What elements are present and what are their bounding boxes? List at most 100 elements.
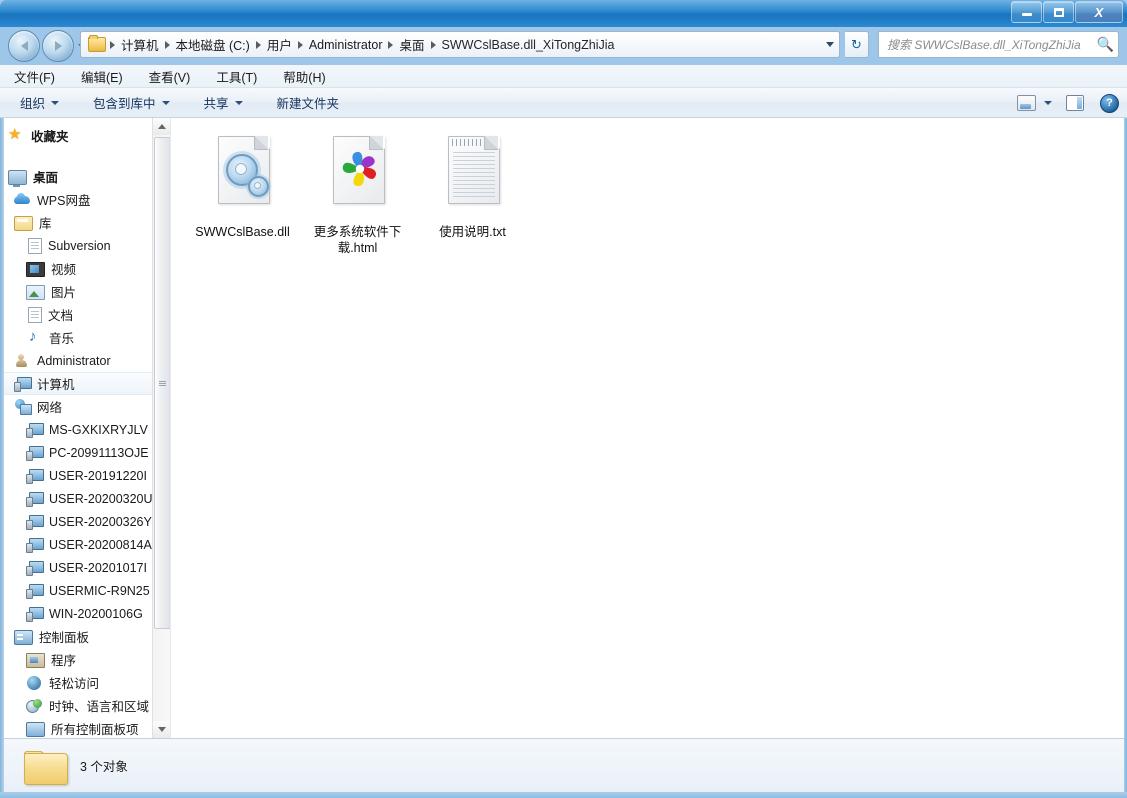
sidebar-item-music[interactable]: 音乐 — [4, 326, 170, 349]
sidebar-item-label: 文档 — [48, 309, 74, 323]
sidebar-item-desktop[interactable]: 桌面 — [4, 165, 170, 188]
search-input[interactable]: 搜索 SWWCslBase.dll_XiTongZhiJia — [887, 36, 1093, 53]
network-computer-icon — [26, 491, 44, 507]
sidebar-item-wps-cloud[interactable]: WPS网盘 — [4, 188, 170, 211]
sidebar-item-control-panel[interactable]: 控制面板 — [4, 625, 170, 648]
sidebar-item-administrator[interactable]: Administrator — [4, 349, 170, 372]
sidebar-item-subversion[interactable]: Subversion — [4, 234, 170, 257]
sidebar-item-videos[interactable]: 视频 — [4, 257, 170, 280]
sidebar-item-label: 控制面板 — [39, 631, 90, 645]
sidebar-item-network-computer[interactable]: USER-20200814A — [4, 533, 170, 556]
breadcrumb-separator-icon — [255, 40, 261, 49]
close-button[interactable]: X — [1075, 1, 1123, 23]
folder-icon — [24, 747, 68, 785]
sidebar-item-label: WPS网盘 — [37, 194, 91, 208]
include-in-library-button[interactable]: 包含到库中 — [87, 90, 176, 115]
sidebar-item-favorites[interactable]: 收藏夹 — [4, 124, 170, 147]
menu-bar: 文件(F) 编辑(E) 查看(V) 工具(T) 帮助(H) — [0, 65, 1127, 88]
breadcrumb-item-users[interactable]: 用户 — [264, 33, 295, 56]
breadcrumb-item-desktop[interactable]: 桌面 — [396, 33, 427, 56]
sidebar-item-documents[interactable]: 文档 — [4, 303, 170, 326]
chevron-up-icon — [157, 124, 166, 129]
sidebar-item-pictures[interactable]: 图片 — [4, 280, 170, 303]
organize-label: 组织 — [20, 97, 46, 111]
page-fold — [368, 136, 383, 150]
sidebar-item-label: USERMIC-R9N25 — [49, 583, 150, 598]
sidebar-item-label: 收藏夹 — [31, 130, 69, 144]
sidebar-item-label: 计算机 — [37, 378, 75, 392]
search-box[interactable]: 搜索 SWWCslBase.dll_XiTongZhiJia 🔍 — [878, 31, 1119, 58]
sidebar-item-network-computer[interactable]: MS-GXKIXRYJLV — [4, 418, 170, 441]
file-item-txt[interactable]: 使用说明.txt — [415, 132, 530, 256]
share-button[interactable]: 共享 — [198, 90, 249, 115]
file-item-dll[interactable]: SWWCslBase.dll — [185, 132, 300, 256]
maximize-button[interactable] — [1043, 1, 1074, 23]
scrollbar-thumb[interactable] — [154, 137, 170, 629]
folder-body — [24, 752, 68, 785]
text-document-icon — [438, 136, 508, 218]
sidebar-item-label: USER-20200326Y — [49, 514, 152, 529]
sidebar-item-label: Administrator — [37, 353, 111, 368]
preview-pane-icon[interactable] — [1066, 95, 1084, 111]
scroll-up-button[interactable] — [153, 118, 170, 135]
page-fold — [483, 136, 498, 150]
refresh-button[interactable]: ↻ — [845, 31, 869, 58]
network-computer-icon — [26, 422, 44, 438]
sidebar-item-network[interactable]: 网络 — [4, 395, 170, 418]
sidebar-item-network-computer[interactable]: USERMIC-R9N25 — [4, 579, 170, 602]
file-grid: SWWCslBase.dll 更多系统软件下载.html 使用说明.txt — [185, 132, 1124, 256]
address-dropdown-button[interactable] — [821, 32, 839, 57]
menu-help[interactable]: 帮助(H) — [281, 66, 327, 87]
network-computer-icon — [26, 606, 44, 622]
file-item-html[interactable]: 更多系统软件下载.html — [300, 132, 415, 256]
menu-edit[interactable]: 编辑(E) — [79, 66, 125, 87]
include-in-library-label: 包含到库中 — [93, 97, 156, 111]
breadcrumb-item-computer[interactable]: 计算机 — [118, 33, 162, 56]
control-panel-icon — [26, 722, 45, 737]
breadcrumb-item-administrator[interactable]: Administrator — [306, 36, 386, 54]
menu-file[interactable]: 文件(F) — [12, 66, 57, 87]
sidebar-scrollbar[interactable] — [152, 118, 170, 738]
gear-small-icon — [247, 176, 269, 197]
chevron-down-icon — [157, 727, 166, 732]
view-options-icon[interactable] — [1017, 95, 1036, 111]
sidebar-item-network-computer[interactable]: WIN-20200106G — [4, 602, 170, 625]
sidebar-item-network-computer[interactable]: USER-20200320U — [4, 487, 170, 510]
menu-view[interactable]: 查看(V) — [147, 66, 193, 87]
file-list-pane[interactable]: SWWCslBase.dll 更多系统软件下载.html 使用说明.txt — [171, 118, 1124, 738]
sidebar-item-network-computer[interactable]: PC-20991113OJE — [4, 441, 170, 464]
sidebar-item-libraries[interactable]: 库 — [4, 211, 170, 234]
navigation-tree: 收藏夹 桌面 WPS网盘 库 Subversion — [4, 118, 170, 738]
sidebar-item-label: USER-20191220I — [49, 468, 147, 483]
sidebar-item-computer[interactable]: 计算机 — [4, 372, 170, 395]
window-frame-bottom — [0, 792, 1127, 798]
scroll-down-button[interactable] — [153, 721, 170, 738]
network-computer-icon — [26, 560, 44, 576]
organize-button[interactable]: 组织 — [14, 90, 65, 115]
sidebar-item-label: PC-20991113OJE — [49, 445, 149, 460]
sidebar-item-network-computer[interactable]: USER-20200326Y — [4, 510, 170, 533]
network-computer-icon — [26, 514, 44, 530]
breadcrumb-item-current-folder[interactable]: SWWCslBase.dll_XiTongZhiJia — [439, 36, 618, 54]
sidebar-item-network-computer[interactable]: USER-20191220I — [4, 464, 170, 487]
sidebar-item-network-computer[interactable]: USER-20201017I — [4, 556, 170, 579]
picture-icon — [26, 285, 45, 300]
sidebar-item-clock-language[interactable]: 时钟、语言和区域 — [4, 694, 170, 717]
chevron-down-icon — [826, 42, 834, 47]
sidebar-item-ease-of-access[interactable]: 轻松访问 — [4, 671, 170, 694]
breadcrumb-item-localdisk[interactable]: 本地磁盘 (C:) — [173, 33, 253, 56]
new-folder-button[interactable]: 新建文件夹 — [271, 90, 346, 115]
minimize-button[interactable] — [1011, 1, 1042, 23]
forward-button[interactable] — [42, 30, 74, 62]
address-bar[interactable]: 计算机 本地磁盘 (C:) 用户 Administrator 桌面 SWWCsl… — [80, 31, 840, 58]
computer-icon — [14, 376, 32, 392]
back-button[interactable] — [8, 30, 40, 62]
page-fold — [253, 136, 268, 150]
document-icon — [28, 307, 42, 323]
refresh-icon: ↻ — [851, 36, 862, 52]
chevron-down-icon[interactable] — [1044, 101, 1052, 105]
help-icon[interactable]: ? — [1100, 93, 1119, 113]
menu-tools[interactable]: 工具(T) — [214, 66, 259, 87]
sidebar-item-programs[interactable]: 程序 — [4, 648, 170, 671]
sidebar-item-all-control-panel-items[interactable]: 所有控制面板项 — [4, 717, 170, 738]
